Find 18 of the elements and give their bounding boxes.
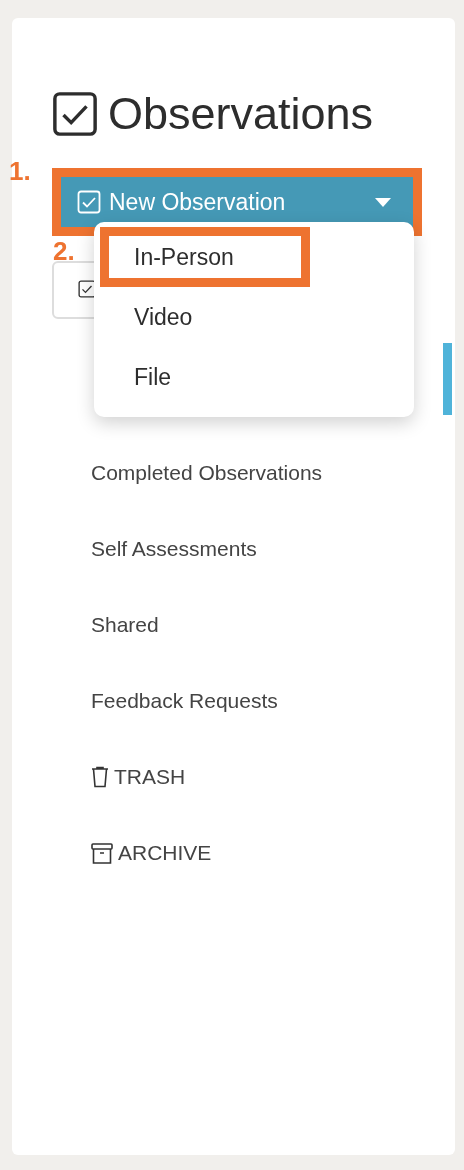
nav-link[interactable]: Completed Observations bbox=[52, 435, 323, 511]
page-title: Observations bbox=[108, 88, 374, 140]
nav-link[interactable]: TRASH bbox=[52, 739, 186, 815]
active-indicator bbox=[443, 343, 452, 415]
menu-item[interactable]: In-Person bbox=[100, 227, 310, 287]
menu-item[interactable]: File bbox=[100, 347, 310, 407]
step-number: 2. bbox=[53, 237, 75, 265]
checkbox-icon bbox=[77, 190, 101, 214]
nav-link[interactable]: Self Assessments bbox=[52, 511, 257, 587]
nav-link[interactable]: ARCHIVE bbox=[52, 815, 212, 891]
nav-link[interactable]: Shared bbox=[52, 587, 159, 663]
trash-icon bbox=[91, 766, 109, 788]
caret-icon bbox=[375, 197, 391, 207]
checkbox-icon bbox=[52, 91, 98, 137]
menu-item[interactable]: Video bbox=[100, 287, 310, 347]
step-number: 1. bbox=[9, 157, 31, 185]
nav-link[interactable]: Feedback Requests bbox=[52, 663, 278, 739]
archive-box-icon bbox=[91, 842, 113, 864]
